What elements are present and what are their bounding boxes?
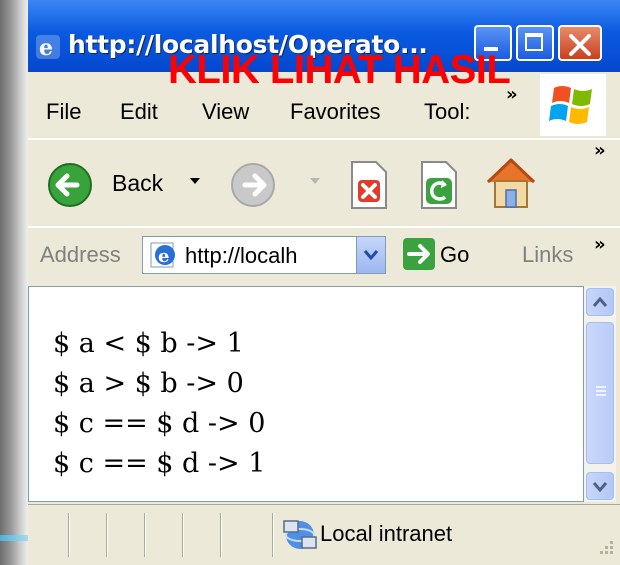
output-line: $ c == $ d -> 1 <box>53 448 266 479</box>
address-bar: Address e http://localh Go Links » <box>28 226 620 282</box>
maximize-button[interactable] <box>516 25 554 61</box>
maximize-icon <box>525 33 543 51</box>
menu-edit[interactable]: Edit <box>120 98 158 126</box>
page-ie-icon: e <box>150 242 175 268</box>
content-area: $ a < $ b -> 1 $ a > $ b -> 0 $ c == $ d… <box>28 282 620 504</box>
address-label: Address <box>40 242 121 267</box>
menu-favorites[interactable]: Favorites <box>290 98 380 126</box>
scroll-thumb[interactable] <box>586 322 614 464</box>
chevron-down-icon <box>363 250 379 261</box>
windows-flag-logo <box>540 74 606 136</box>
address-value: http://localh <box>185 243 298 268</box>
refresh-icon[interactable] <box>416 158 462 212</box>
output-line: $ a > $ b -> 0 <box>53 368 244 399</box>
svg-text:e: e <box>158 246 169 267</box>
chevron-down-icon <box>592 482 608 493</box>
slide-caption: KLIK LIHAT HASIL <box>168 48 511 92</box>
back-button-label[interactable]: Back <box>112 170 163 197</box>
scroll-down-button[interactable] <box>586 472 614 500</box>
menu-tools[interactable]: Tool: <box>424 98 470 126</box>
status-divider <box>106 513 108 557</box>
toolbar-overflow-chevron[interactable]: » <box>594 140 606 161</box>
home-icon[interactable] <box>480 152 542 214</box>
svg-text:e: e <box>39 35 53 61</box>
chevron-up-icon <box>592 296 608 307</box>
close-button[interactable] <box>558 25 602 61</box>
ie-window: e http://localhost/Operato... File Edit … <box>28 0 620 565</box>
scroll-up-button[interactable] <box>586 288 614 316</box>
security-zone-label: Local intranet <box>320 521 453 546</box>
resize-grip-icon[interactable] <box>596 537 616 559</box>
address-input[interactable]: e http://localh <box>142 236 386 274</box>
go-arrow-icon[interactable] <box>402 237 436 271</box>
standard-toolbar: Back » <box>28 138 620 226</box>
document-pane: $ a < $ b -> 1 $ a > $ b -> 0 $ c == $ d… <box>28 286 584 502</box>
slide-accent-bar <box>0 535 28 541</box>
status-divider <box>272 513 274 557</box>
close-icon <box>569 34 591 56</box>
ie-logo-icon: e <box>36 35 60 61</box>
status-bar: Local intranet <box>28 504 620 565</box>
status-divider <box>68 513 70 557</box>
slide-left-stripe <box>0 0 28 565</box>
menu-file[interactable]: File <box>46 98 81 126</box>
local-intranet-icon <box>283 520 317 549</box>
output-line: $ a < $ b -> 1 <box>53 328 244 359</box>
back-arrow-icon[interactable] <box>44 160 104 210</box>
forward-dropdown-icon <box>310 178 320 184</box>
status-divider <box>220 513 222 557</box>
go-button-label[interactable]: Go <box>440 242 469 268</box>
address-dropdown-button[interactable] <box>356 237 385 273</box>
menu-view[interactable]: View <box>202 98 249 126</box>
vertical-scrollbar[interactable] <box>584 286 616 502</box>
status-divider <box>182 513 184 557</box>
status-divider <box>144 513 146 557</box>
grip-icon <box>596 386 606 396</box>
back-dropdown-icon[interactable] <box>188 176 202 186</box>
output-line: $ c == $ d -> 0 <box>53 408 266 439</box>
stop-icon[interactable] <box>346 158 392 212</box>
links-overflow-chevron[interactable]: » <box>594 234 606 255</box>
links-label[interactable]: Links <box>522 242 573 268</box>
forward-arrow-icon <box>231 163 275 207</box>
